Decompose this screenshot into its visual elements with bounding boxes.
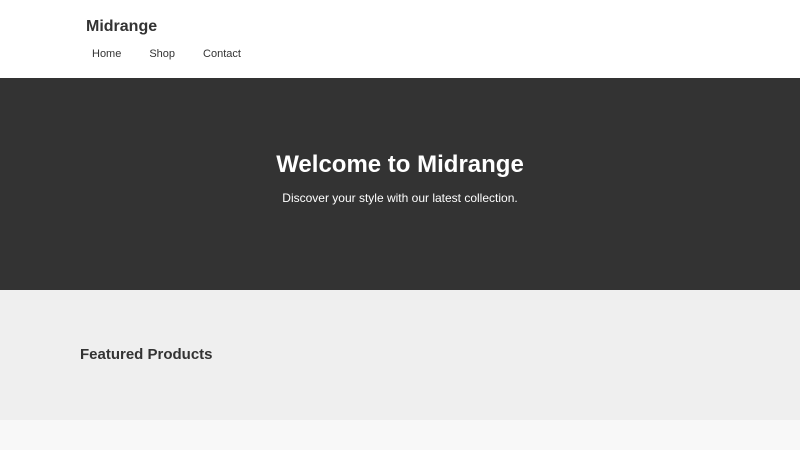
site-header: Midrange Home Shop Contact [0,0,800,78]
nav-link-shop[interactable]: Shop [149,46,175,62]
hero-subtitle: Discover your style with our latest coll… [282,191,518,205]
hero-banner: Welcome to Midrange Discover your style … [0,78,800,290]
page-footer-area [0,420,800,450]
nav-link-home[interactable]: Home [92,46,121,62]
featured-products-heading: Featured Products [80,346,213,363]
nav-link-contact[interactable]: Contact [203,46,241,62]
brand-logo-text[interactable]: Midrange [86,17,157,37]
hero-title: Welcome to Midrange [276,151,524,178]
featured-products-section: Featured Products [0,290,800,420]
main-nav: Home Shop Contact [92,46,269,62]
